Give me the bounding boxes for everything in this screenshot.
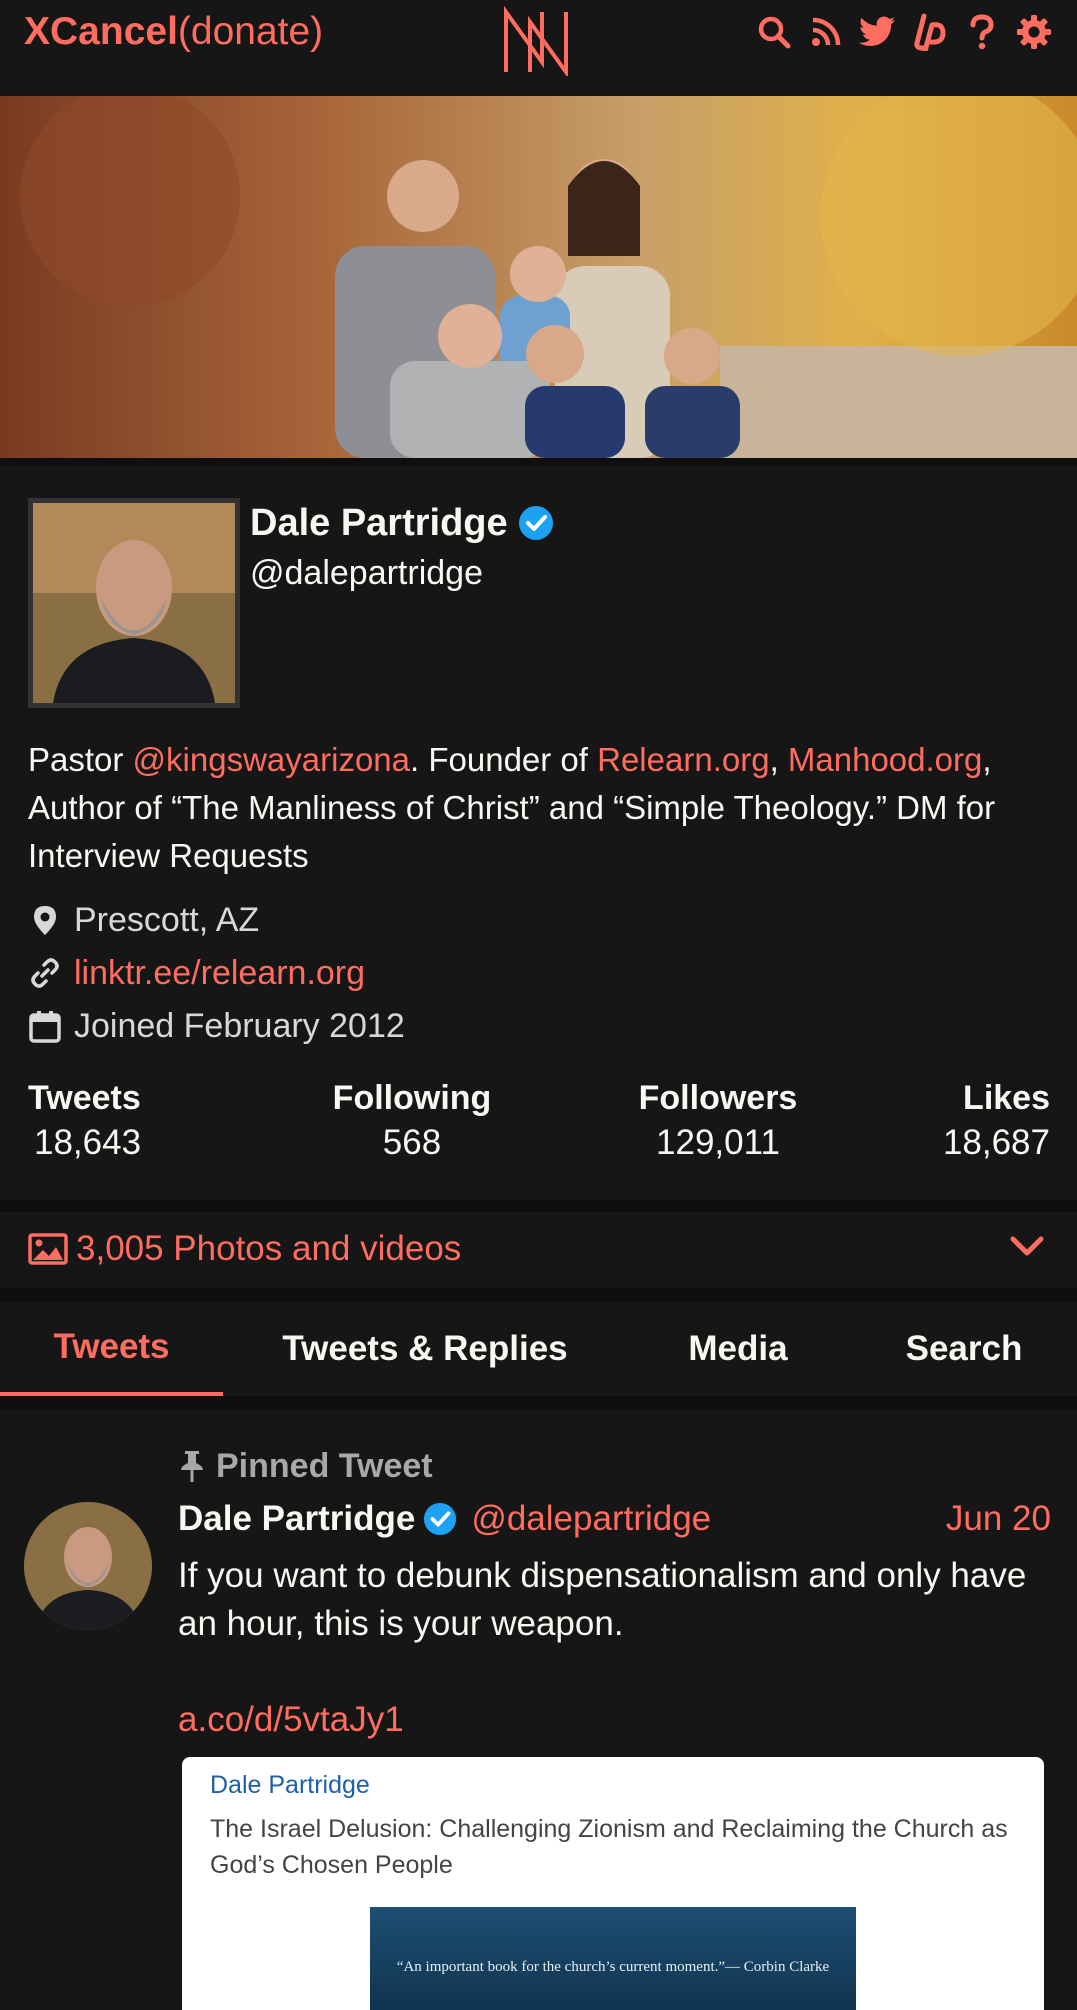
website-link[interactable]: linktr.ee/relearn.org xyxy=(74,951,365,995)
twitter-icon[interactable] xyxy=(859,12,897,52)
location-text: Prescott, AZ xyxy=(74,901,260,939)
tweet-date[interactable]: Jun 20 xyxy=(946,1499,1051,1539)
stat-tweets-label: Tweets xyxy=(28,1079,141,1117)
profile-avatar[interactable] xyxy=(28,498,240,708)
stat-followers[interactable]: Followers 129,011 xyxy=(608,1076,828,1166)
tweet-author-handle[interactable]: @dalepartridge xyxy=(471,1499,711,1539)
search-icon[interactable] xyxy=(755,12,793,52)
profile-card: Dale Partridge @dalepartridge Pastor @ki… xyxy=(0,466,1077,1200)
bio-text-1: Pastor xyxy=(28,741,133,778)
image-icon xyxy=(28,1233,68,1265)
location-pin-icon xyxy=(34,906,56,935)
tweet-avatar[interactable] xyxy=(24,1502,152,1630)
tweet-text: If you want to debunk dispensationalism … xyxy=(178,1556,1027,1643)
link-icon xyxy=(31,958,59,988)
tweet-author-name[interactable]: Dale Partridge xyxy=(178,1499,457,1539)
verified-icon xyxy=(518,506,553,540)
pin-icon xyxy=(181,1451,203,1482)
profile-stats: Tweets 18,643 Following 568 Followers 12… xyxy=(28,1076,1050,1176)
nitter-logo-icon[interactable] xyxy=(498,6,574,76)
stat-tweets[interactable]: Tweets 18,643 xyxy=(28,1076,141,1166)
gear-icon[interactable] xyxy=(1015,12,1053,52)
verified-icon xyxy=(424,1502,457,1536)
card-author: Dale Partridge xyxy=(210,1771,370,1799)
top-nav: XCancel(donate) xyxy=(0,0,1077,96)
timeline-item[interactable]: Pinned Tweet Dale Partridge @dalepartrid… xyxy=(0,1410,1077,2010)
profile-banner[interactable] xyxy=(0,96,1077,458)
profile-handle[interactable]: @dalepartridge xyxy=(250,552,483,594)
tab-tweets-replies[interactable]: Tweets & Replies xyxy=(240,1302,610,1396)
tab-media[interactable]: Media xyxy=(638,1302,838,1396)
stat-likes-label: Likes xyxy=(963,1079,1050,1117)
stat-tweets-value: 18,643 xyxy=(34,1123,142,1162)
help-icon[interactable] xyxy=(963,12,1001,52)
tab-tweets[interactable]: Tweets xyxy=(0,1302,223,1396)
photo-rail-label: 3,005 Photos and videos xyxy=(76,1229,462,1268)
joined-text: Joined February 2012 xyxy=(74,1007,405,1045)
stat-following-label: Following xyxy=(332,1079,492,1117)
brand-link[interactable]: XCancel(donate) xyxy=(24,8,323,56)
profile-name-text: Dale Partridge xyxy=(250,502,508,544)
brand-bold: XCancel xyxy=(24,10,178,53)
avatar-photo xyxy=(33,503,235,703)
photo-rail-header[interactable]: 3,005 Photos and videos xyxy=(28,1226,461,1272)
bio-text-2: . Founder of xyxy=(410,741,598,778)
liberapay-icon[interactable] xyxy=(911,12,949,52)
tweet-avatar-photo xyxy=(24,1502,152,1630)
bio-text-3: , xyxy=(769,741,788,778)
stat-following-value: 568 xyxy=(382,1123,442,1162)
profile-website: linktr.ee/relearn.org xyxy=(28,951,365,995)
photo-rail[interactable]: 3,005 Photos and videos xyxy=(0,1212,1077,1288)
tab-search[interactable]: Search xyxy=(862,1302,1066,1396)
brand-donate: (donate) xyxy=(177,10,324,53)
pinned-text: Pinned Tweet xyxy=(216,1447,433,1485)
pinned-label: Pinned Tweet xyxy=(178,1444,433,1488)
bio-mention-link[interactable]: @kingswayarizona xyxy=(133,741,410,778)
profile-name[interactable]: Dale Partridge xyxy=(250,500,554,546)
tweet-header: Dale Partridge @dalepartridge Jun 20 xyxy=(178,1494,1051,1544)
book-cover-quote: “An important book for the church’s curr… xyxy=(396,1959,830,1975)
chevron-down-icon[interactable] xyxy=(1009,1234,1045,1258)
stat-following[interactable]: Following 568 xyxy=(302,1076,522,1166)
rss-icon[interactable] xyxy=(807,12,845,52)
profile-joined: Joined February 2012 xyxy=(28,1004,405,1048)
banner-photo xyxy=(0,96,1077,458)
stat-followers-label: Followers xyxy=(638,1079,798,1117)
bio-relearn-link[interactable]: Relearn.org xyxy=(597,741,769,778)
tweet-link[interactable]: a.co/d/5vtaJy1 xyxy=(178,1696,404,1744)
card-title: The Israel Delusion: Challenging Zionism… xyxy=(210,1815,1008,1879)
stat-followers-value: 129,011 xyxy=(656,1123,780,1162)
profile-bio: Pastor @kingswayarizona. Founder of Rele… xyxy=(28,736,1058,880)
stat-likes-value: 18,687 xyxy=(942,1123,1050,1162)
stat-likes[interactable]: Likes 18,687 xyxy=(908,1076,1050,1166)
calendar-icon xyxy=(29,1011,61,1043)
nav-icons xyxy=(755,10,1053,54)
tweet-author-name-text: Dale Partridge xyxy=(178,1499,416,1538)
book-cover: “An important book for the church’s curr… xyxy=(370,1907,856,2010)
timeline-tabs: Tweets Tweets & Replies Media Search xyxy=(0,1302,1077,1396)
profile-location: Prescott, AZ xyxy=(28,898,259,942)
link-preview-card[interactable]: Dale Partridge The Israel Delusion: Chal… xyxy=(182,1757,1044,2010)
bio-manhood-link[interactable]: Manhood.org xyxy=(788,741,982,778)
